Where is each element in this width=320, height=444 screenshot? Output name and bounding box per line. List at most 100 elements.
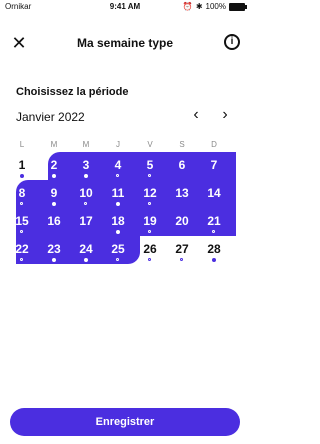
availability-dot-icon — [148, 258, 151, 261]
day-number: 21 — [207, 214, 221, 228]
calendar-day[interactable]: 27 — [168, 236, 196, 264]
calendar-day[interactable]: 8 — [8, 180, 36, 208]
calendar-day[interactable]: 4 — [104, 152, 132, 180]
calendar-day[interactable]: 20 — [168, 208, 196, 236]
calendar-day[interactable]: 25 — [104, 236, 132, 264]
availability-dot-icon — [52, 174, 56, 178]
calendar-day[interactable]: 7 — [200, 152, 228, 180]
availability-dot-icon — [212, 258, 216, 262]
info-icon[interactable]: i — [224, 34, 240, 50]
weekday-header: LMMJVSD — [16, 140, 236, 152]
day-number: 23 — [47, 242, 61, 256]
header: ✕ Ma semaine type i — [0, 30, 250, 56]
availability-dot-icon — [180, 258, 183, 261]
calendar-day[interactable]: 26 — [136, 236, 164, 264]
day-number: 3 — [82, 158, 90, 172]
day-number: 27 — [175, 242, 189, 256]
battery-percent: 100% — [205, 2, 226, 11]
availability-dot-icon — [84, 174, 88, 178]
day-number: 16 — [47, 214, 61, 228]
day-number: 18 — [111, 214, 125, 228]
availability-dot-icon — [116, 202, 120, 206]
day-number: 28 — [207, 242, 221, 256]
weekday-label: V — [147, 140, 153, 149]
calendar-day[interactable]: 6 — [168, 152, 196, 180]
day-number: 10 — [79, 186, 93, 200]
calendar-day[interactable]: 28 — [200, 236, 228, 264]
status-bar: Ornikar 9:41 AM ⏰ ✱ 100% — [0, 0, 250, 14]
day-number: 11 — [111, 186, 125, 200]
availability-dot-icon — [52, 202, 56, 206]
day-number: 19 — [143, 214, 157, 228]
calendar-day[interactable]: 18 — [104, 208, 132, 236]
availability-dot-icon — [84, 258, 88, 262]
day-number: 20 — [175, 214, 189, 228]
calendar-day[interactable]: 21 — [200, 208, 228, 236]
calendar-day[interactable]: 3 — [72, 152, 100, 180]
day-number: 6 — [178, 158, 186, 172]
calendar-day[interactable]: 19 — [136, 208, 164, 236]
calendar-grid: 1 2 3 4 5 6 7 8 9 10 11 12 13 14 15 16 17 18 19 20 21 22 23 24 2… — [15, 152, 236, 264]
availability-dot-icon — [116, 174, 119, 177]
bluetooth-icon: ✱ — [195, 2, 203, 11]
calendar-day[interactable]: 11 — [104, 180, 132, 208]
calendar-day[interactable]: 23 — [40, 236, 68, 264]
weekday-label: J — [116, 140, 120, 149]
availability-dot-icon — [212, 230, 215, 233]
day-number: 17 — [79, 214, 93, 228]
day-number: 13 — [175, 186, 189, 200]
calendar-day[interactable]: 22 — [8, 236, 36, 264]
day-number: 5 — [146, 158, 154, 172]
availability-dot-icon — [20, 174, 24, 178]
calendar-day[interactable]: 16 — [40, 208, 68, 236]
section-title: Choisissez la période — [16, 86, 129, 98]
weekday-label: L — [19, 140, 25, 149]
day-number: 15 — [15, 214, 29, 228]
availability-dot-icon — [52, 258, 56, 262]
battery-icon — [229, 2, 247, 11]
day-number: 9 — [50, 186, 58, 200]
calendar-day[interactable]: 17 — [72, 208, 100, 236]
page-title: Ma semaine type — [76, 36, 174, 50]
weekday-label: S — [179, 140, 185, 149]
day-number: 2 — [50, 158, 58, 172]
calendar-day[interactable]: 12 — [136, 180, 164, 208]
save-button[interactable]: Enregistrer — [10, 408, 240, 436]
availability-dot-icon — [20, 258, 23, 261]
calendar-day[interactable]: 13 — [168, 180, 196, 208]
availability-dot-icon — [148, 174, 151, 177]
calendar-day[interactable]: 2 — [40, 152, 68, 180]
day-number: 22 — [15, 242, 29, 256]
day-number: 4 — [114, 158, 122, 172]
calendar-day[interactable]: 10 — [72, 180, 100, 208]
day-number: 12 — [143, 186, 157, 200]
calendar-day[interactable]: 24 — [72, 236, 100, 264]
chevron-left-icon[interactable]: ‹ — [188, 107, 204, 123]
day-number: 26 — [143, 242, 157, 256]
day-number: 1 — [18, 158, 26, 172]
availability-dot-icon — [116, 258, 119, 261]
weekday-label: M — [82, 140, 90, 149]
day-number: 24 — [79, 242, 93, 256]
weekday-label: D — [211, 140, 217, 149]
availability-dot-icon — [20, 230, 23, 233]
month-label: Janvier 2022 — [16, 110, 85, 124]
availability-dot-icon — [148, 202, 151, 205]
availability-dot-icon — [20, 202, 23, 205]
status-right: ⏰ ✱ 100% — [182, 2, 247, 11]
availability-dot-icon — [148, 230, 151, 233]
day-number: 25 — [111, 242, 125, 256]
calendar-day[interactable]: 14 — [200, 180, 228, 208]
alarm-icon: ⏰ — [182, 2, 193, 11]
day-number: 14 — [207, 186, 221, 200]
weekday-label: M — [50, 140, 58, 149]
calendar-day[interactable]: 1 — [8, 152, 36, 180]
chevron-right-icon[interactable]: › — [217, 107, 233, 123]
availability-dot-icon — [84, 202, 87, 205]
day-number: 8 — [18, 186, 26, 200]
calendar-day[interactable]: 9 — [40, 180, 68, 208]
availability-dot-icon — [116, 230, 120, 234]
calendar-day[interactable]: 5 — [136, 152, 164, 180]
calendar-day[interactable]: 15 — [8, 208, 36, 236]
day-number: 7 — [210, 158, 218, 172]
